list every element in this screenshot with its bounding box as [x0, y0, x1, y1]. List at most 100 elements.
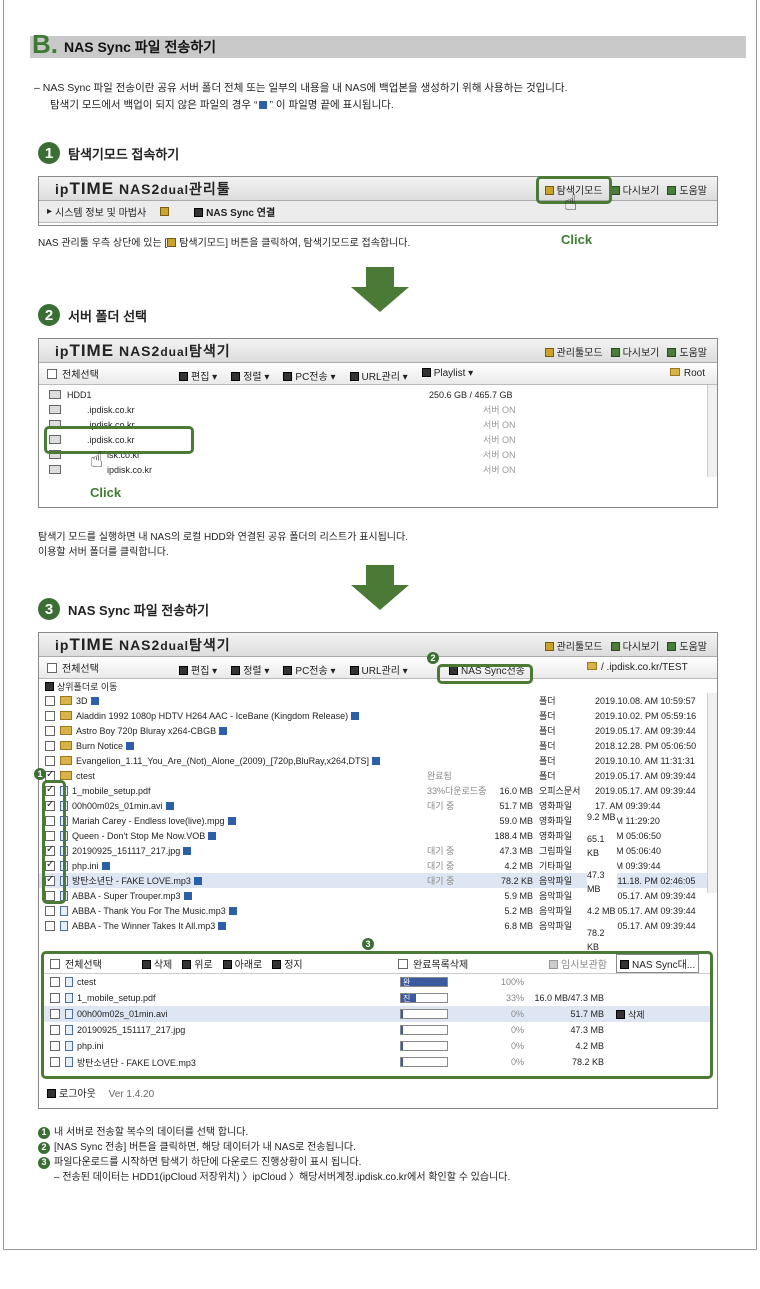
queue-row[interactable]: ctest 완 100%: [44, 974, 710, 990]
temp-storage-tab[interactable]: 임시보관함: [549, 956, 607, 971]
file-row[interactable]: 3D 폴더 2019.10.08. AM 10:59:57: [39, 693, 717, 708]
queue-row[interactable]: php.ini 대 0% 4.2 MB: [44, 1038, 710, 1054]
file-name: ABBA - Super Trouper.mp3: [72, 890, 181, 901]
queue-checkbox[interactable]: [50, 977, 60, 987]
pc-transfer-menu[interactable]: PC전송 ▾: [283, 368, 336, 383]
file-size: 59.0 MB: [499, 815, 533, 826]
delete-button[interactable]: 삭제: [141, 956, 172, 971]
transfer-icon: [283, 666, 293, 675]
file-row[interactable]: Burn Notice 폴더 2018.12.28. PM 05:06:50: [39, 738, 717, 753]
iptime-logo: ipTIME NAS2dual: [55, 340, 189, 360]
footer-line-4: – 전송된 데이터는 HDD1(ipCloud 저장위치) 〉ipCloud 〉…: [54, 1172, 511, 1183]
server-row[interactable]: HDD1 250.6 GB / 465.7 GB: [39, 387, 717, 402]
progress-bar: 대: [400, 1008, 448, 1019]
server-row[interactable]: ipdisk.co.kr 서버 ON: [39, 462, 717, 477]
server-row[interactable]: .ipdisk.co.kr 서버 ON: [39, 402, 717, 417]
parent-folder-row[interactable]: 상위폴더로 이동: [39, 679, 717, 693]
file-size: 16.0 MB: [499, 785, 533, 796]
queue-checkbox[interactable]: [50, 993, 60, 1003]
file-checkbox[interactable]: [45, 740, 55, 751]
up-button[interactable]: 위로: [182, 956, 213, 971]
edit-menu[interactable]: 편집 ▾: [179, 368, 217, 383]
nas-sync-tab[interactable]: NAS Sync 연결: [194, 204, 275, 219]
scrollbar[interactable]: [707, 693, 717, 893]
step3-checkbox-highlight: [42, 780, 66, 904]
file-icon: [65, 977, 73, 987]
queue-checkbox[interactable]: [50, 1009, 60, 1019]
file-date: 2019.05.17. AM 09:39:44: [595, 770, 696, 781]
file-row[interactable]: Astro Boy 720p Bluray x264-CBGB 폴더 2019.05…: [39, 723, 717, 738]
progress-bar: 진: [400, 992, 448, 1003]
help-link[interactable]: 도움말: [667, 638, 707, 653]
file-name: Astro Boy 720p Bluray x264-CBGB: [76, 725, 217, 736]
stop-button[interactable]: 정지: [272, 956, 303, 971]
file-size: 5.2 MB: [504, 905, 533, 916]
queue-checkbox[interactable]: [50, 1041, 60, 1051]
file-checkbox[interactable]: [45, 920, 55, 931]
queue-row[interactable]: 20190925_151117_217.jpg 대 0% 47.3 MB: [44, 1022, 710, 1038]
sort-menu[interactable]: 정렬 ▾: [231, 368, 269, 383]
playlist-menu[interactable]: Playlist ▾: [421, 368, 473, 383]
refresh-link[interactable]: 다시보기: [610, 344, 659, 359]
url-menu[interactable]: URL관리 ▾: [349, 662, 408, 677]
refresh-link[interactable]: 다시보기: [610, 638, 659, 653]
file-type: 영화파일: [539, 816, 573, 826]
file-status: 대기 중: [427, 861, 455, 871]
footer-line-3: 파일다운로드를 시작하면 탐색기 하단에 다운로드 진행상황이 표시 됩니다.: [54, 1157, 362, 1168]
file-type: 폴더: [539, 741, 556, 751]
root-button[interactable]: Root: [669, 368, 705, 379]
select-all-checkbox[interactable]: [47, 662, 57, 673]
admin-mode-link[interactable]: 관리툴모드: [544, 344, 603, 359]
file-row[interactable]: Evangelion_1.11_You_Are_(Not)_Alone_(200…: [39, 753, 717, 768]
file-checkbox[interactable]: [45, 710, 55, 721]
progress-label: 대: [401, 1041, 411, 1051]
panel-select-all-checkbox[interactable]: [50, 958, 60, 969]
queue-checkbox[interactable]: [50, 1057, 60, 1067]
file-size: 4.2 MB: [504, 860, 533, 871]
queue-size: 47.3 MB: [570, 1025, 604, 1035]
file-row[interactable]: Aladdin 1992 1080p HDTV H264 AAC - IceBa…: [39, 708, 717, 723]
help-link[interactable]: 도움말: [667, 344, 707, 359]
step3-topbar: ipTIME NAS2dual 탐색기 관리툴모드 다시보기 도움말: [39, 633, 717, 657]
file-checkbox[interactable]: [45, 905, 55, 916]
popup-size: 78.2 KB: [587, 928, 605, 952]
file-row[interactable]: ctest 완료됨 폴더 2019.05.17. AM 09:39:44: [39, 768, 717, 783]
queue-row[interactable]: 00h00m02s_01min.avi 대 0% 51.7 MB: [44, 1006, 710, 1022]
admin-mode-link[interactable]: 관리툴모드: [544, 638, 603, 653]
refresh-link[interactable]: 다시보기: [610, 182, 659, 197]
url-menu[interactable]: URL관리 ▾: [349, 368, 408, 383]
file-checkbox[interactable]: [45, 769, 55, 781]
file-checkbox[interactable]: [45, 695, 55, 706]
down-button[interactable]: 아래로: [222, 956, 262, 971]
up-icon: [182, 960, 192, 969]
down-icon: [222, 960, 232, 969]
file-checkbox[interactable]: [45, 725, 55, 736]
help-link[interactable]: 도움말: [667, 182, 707, 197]
system-menu[interactable]: 시스템 정보 및 마법사: [55, 204, 146, 219]
footer-line-2: [NAS Sync 전송] 버튼을 클릭하면, 해당 데이터가 내 NAS로 전…: [54, 1142, 356, 1153]
not-backed-up-icon: [183, 891, 192, 900]
file-name: Queen - Don't Stop Me Now.VOB: [72, 830, 206, 841]
edit-menu[interactable]: 편집 ▾: [179, 662, 217, 677]
pc-transfer-menu[interactable]: PC전송 ▾: [283, 662, 336, 677]
iptime-logo: ipTIME NAS2dual: [55, 178, 189, 198]
file-checkbox[interactable]: [45, 755, 55, 766]
section-header: B. NAS Sync 파일 전송하기: [30, 29, 746, 59]
step1-title: 탐색기모드 접속하기: [68, 146, 180, 162]
queue-checkbox[interactable]: [50, 1025, 60, 1035]
scrollbar[interactable]: [707, 385, 717, 477]
logout-button[interactable]: 로그아웃: [47, 1089, 96, 1100]
row-delete-button[interactable]: 삭제: [616, 1008, 645, 1021]
progress-percent: 100%: [500, 977, 524, 987]
file-name: 00h00m02s_01min.avi: [72, 800, 163, 811]
nas-sync-queue-tab[interactable]: NAS Sync대...: [616, 954, 700, 973]
step1-topbar: ipTIME NAS2dual 관리툴 탐색기모드 다시보기 도움말: [39, 177, 717, 201]
queue-row[interactable]: 방탄소년단 - FAKE LOVE.mp3 대 0% 78.2 KB: [44, 1054, 710, 1070]
select-all-checkbox[interactable]: [47, 368, 57, 379]
file-row[interactable]: 1_mobile_setup.pdf 33%다운로드중 16.0 MB 오피스문서 20…: [39, 783, 717, 798]
section-letter: B.: [32, 28, 58, 59]
sort-menu[interactable]: 정렬 ▾: [231, 662, 269, 677]
clear-complete[interactable]: 완료목록삭제: [398, 956, 468, 971]
file-icon: [65, 1009, 73, 1019]
queue-row[interactable]: 1_mobile_setup.pdf 진 33% 16.0 MB/47.3 MB: [44, 990, 710, 1006]
